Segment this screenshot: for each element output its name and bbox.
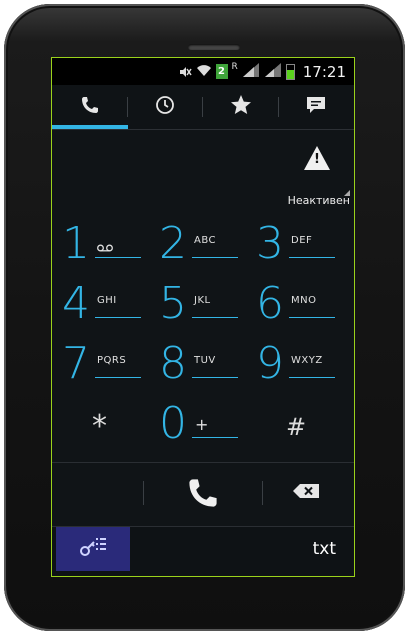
delete-button[interactable] <box>288 481 324 505</box>
sim-number-badge: 2 <box>215 64 228 79</box>
voicemail-icon <box>97 237 113 252</box>
phone-call-icon <box>186 476 220 514</box>
phone-icon <box>80 95 100 119</box>
dialer-tabs <box>52 85 354 129</box>
dialer-screen: 2 R 17:21 ! Неактивен 1 2 ABC 3 DEF 4 GH… <box>51 57 355 577</box>
tab-recent[interactable] <box>128 85 203 129</box>
speaker-grille <box>188 44 240 50</box>
keyboard-bar: txt <box>52 526 354 576</box>
tab-favorites[interactable] <box>203 85 279 129</box>
signal-icon <box>242 62 260 82</box>
key-9[interactable]: 9 WXYZ <box>246 335 338 393</box>
clock-time: 17:21 <box>302 62 346 81</box>
backspace-icon <box>292 483 320 503</box>
tab-phone[interactable] <box>52 85 128 129</box>
key-hash[interactable]: # <box>246 395 338 453</box>
key-3[interactable]: 3 DEF <box>246 215 338 273</box>
contacts-card-icon <box>306 96 326 118</box>
dialpad-toggle-icon <box>79 536 107 562</box>
key-2[interactable]: 2 ABC <box>149 215 241 273</box>
battery-icon <box>285 63 295 80</box>
key-star[interactable]: * <box>52 395 144 453</box>
account-status-label: Неактивен <box>287 194 350 207</box>
star-icon <box>230 94 252 120</box>
key-1[interactable]: 1 <box>52 215 144 273</box>
dialpad-toggle-button[interactable] <box>56 527 130 571</box>
key-8[interactable]: 8 TUV <box>149 335 241 393</box>
call-button[interactable] <box>178 475 228 515</box>
wifi-icon <box>196 62 212 81</box>
tab-contacts[interactable] <box>279 85 355 129</box>
roaming-indicator: R <box>231 61 238 72</box>
status-bar: 2 R 17:21 <box>52 58 354 85</box>
clock-icon <box>155 95 175 119</box>
key-0[interactable]: 0 + <box>149 395 241 453</box>
signal-icon-2 <box>264 62 282 82</box>
key-6[interactable]: 6 MNO <box>246 275 338 333</box>
key-5[interactable]: 5 JKL <box>149 275 241 333</box>
txt-keyboard-toggle[interactable]: txt <box>313 539 336 559</box>
mute-icon <box>178 65 192 79</box>
key-7[interactable]: 7 PQRS <box>52 335 144 393</box>
dialer-action-bar <box>52 463 354 523</box>
key-4[interactable]: 4 GHI <box>52 275 144 333</box>
